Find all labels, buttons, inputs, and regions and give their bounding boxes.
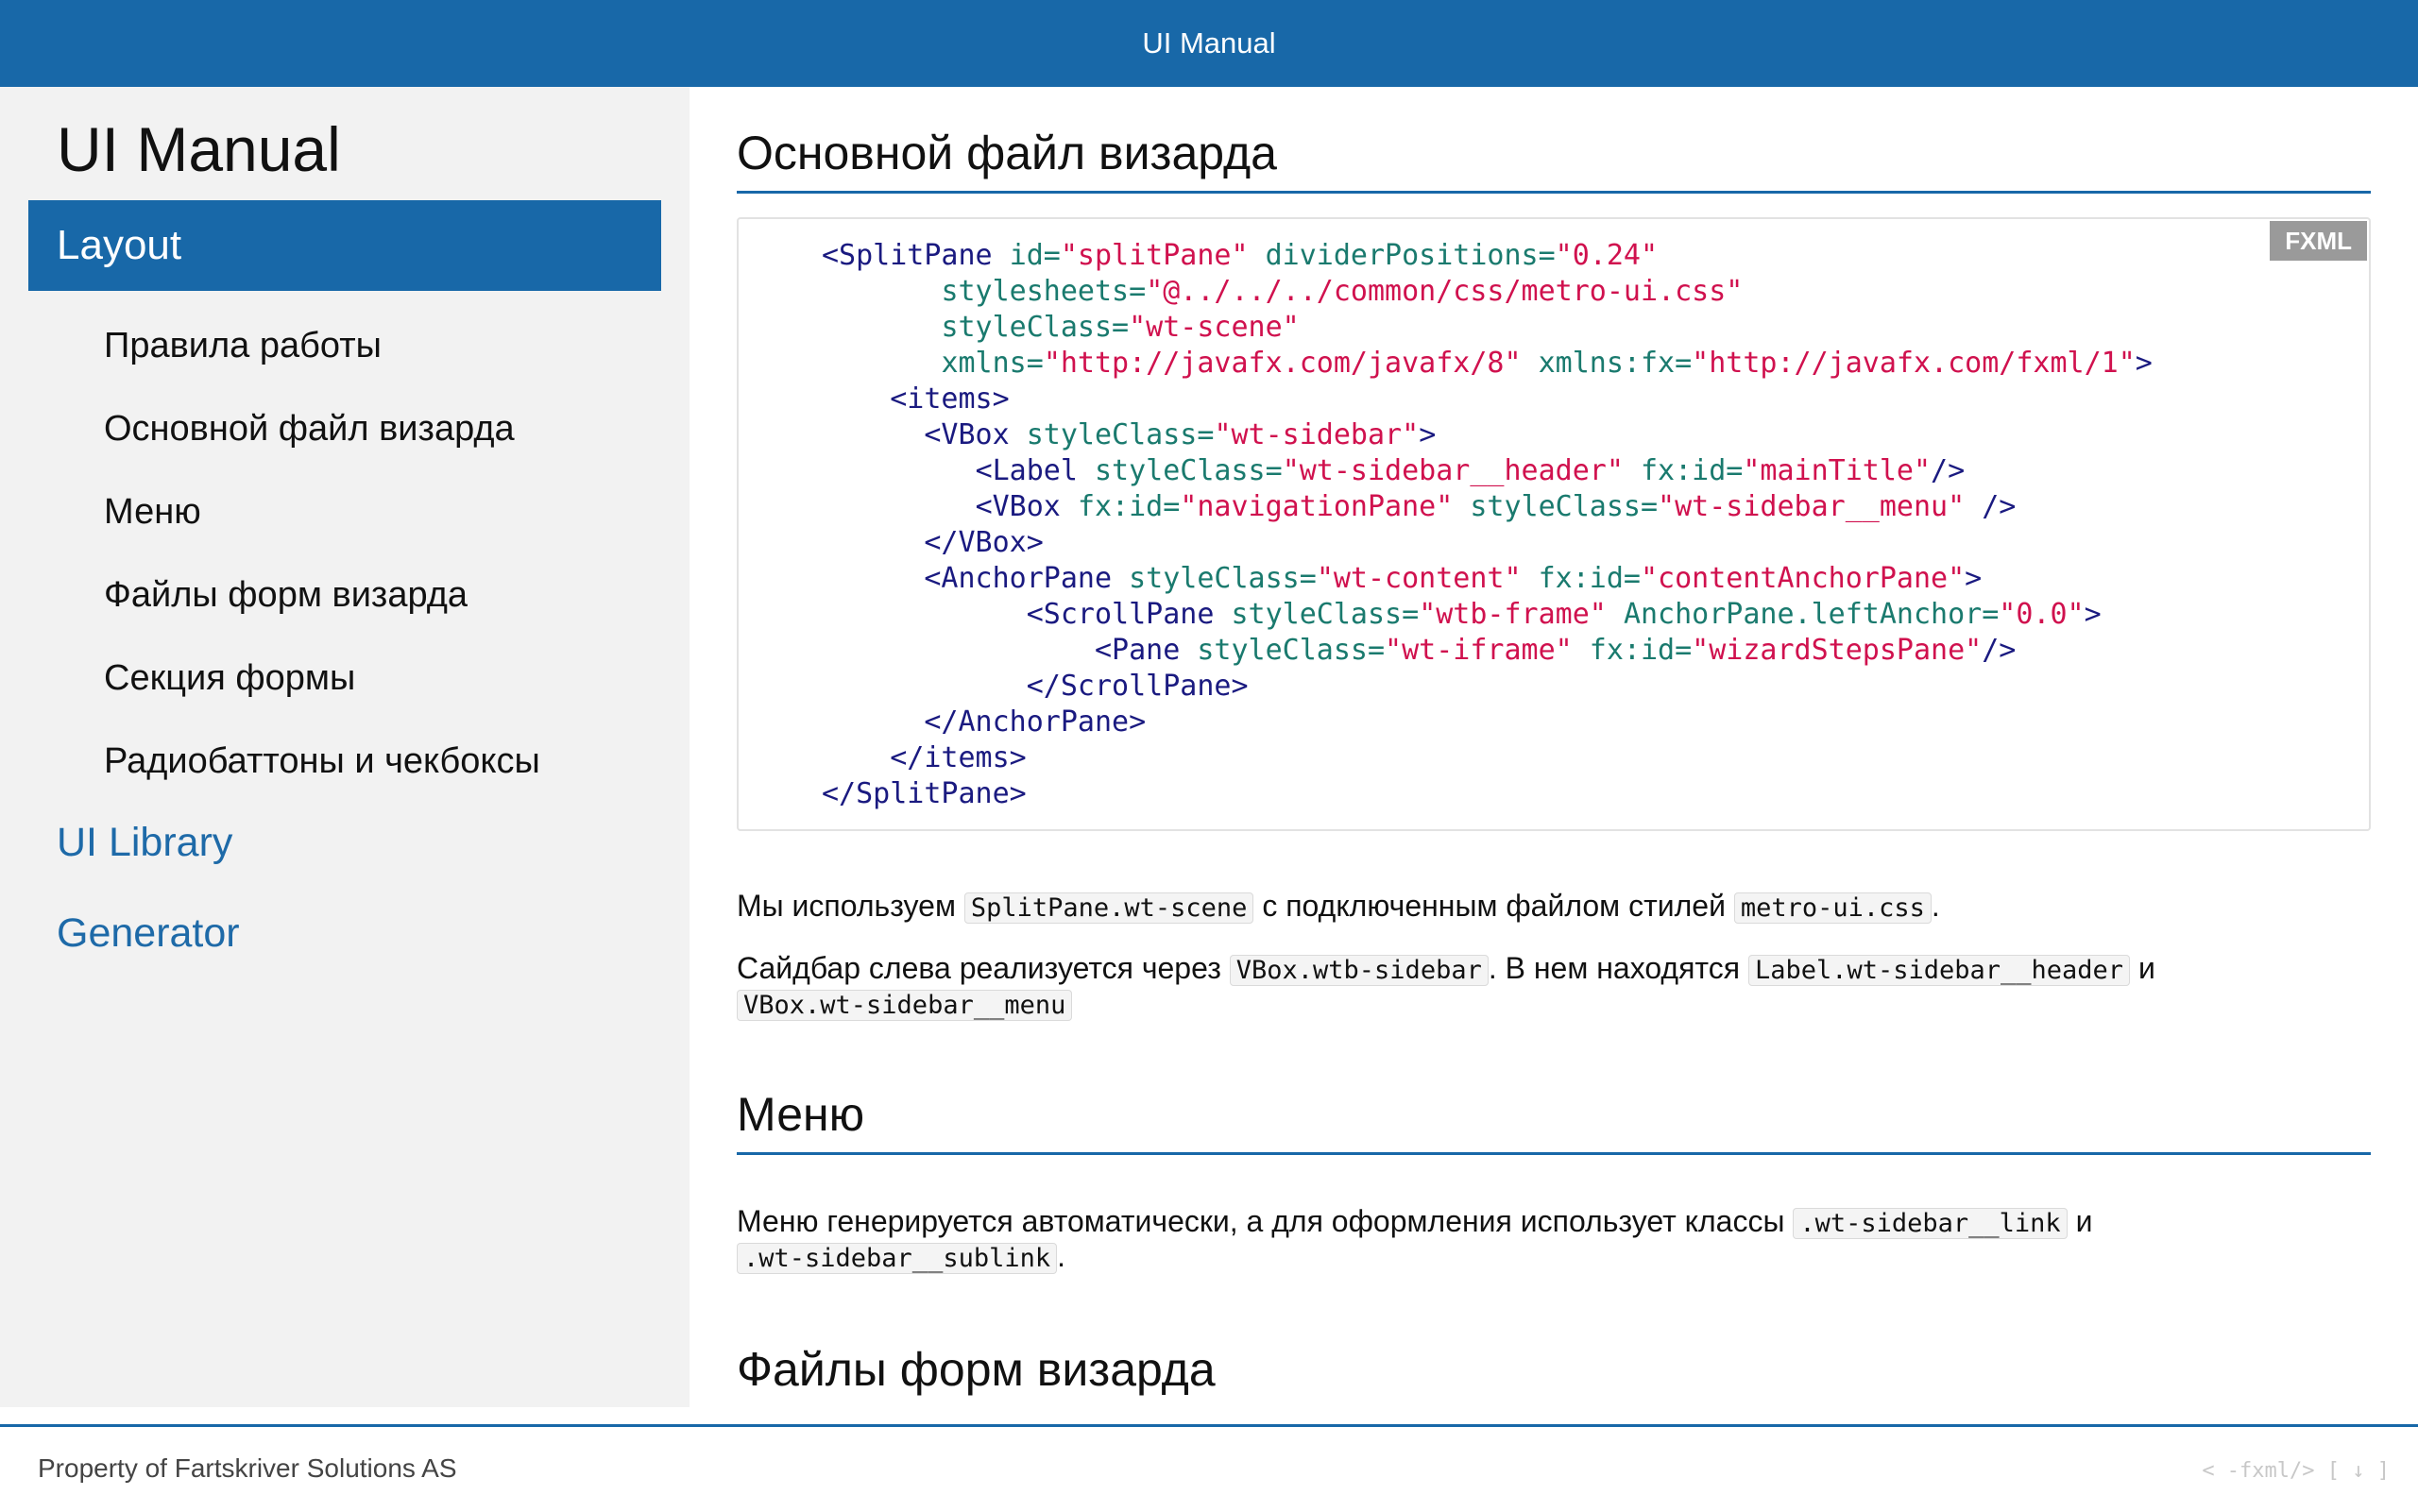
- text: Сайдбар слева реализуется через: [737, 951, 1230, 985]
- paragraph-sidebar: Сайдбар слева реализуется через VBox.wtb…: [737, 952, 2371, 1022]
- subnav-item-rules[interactable]: Правила работы: [104, 321, 540, 404]
- main-content: Основной файл визарда FXML <SplitPane id…: [737, 87, 2371, 1407]
- text: с подключенным файлом стилей: [1253, 889, 1734, 923]
- code-block: FXML <SplitPane id="splitPane" dividerPo…: [737, 217, 2371, 831]
- text: Мы используем: [737, 889, 964, 923]
- code-listing: <SplitPane id="splitPane" dividerPositio…: [822, 239, 2153, 810]
- inline-code: .wt-sidebar__link: [1793, 1208, 2068, 1239]
- inline-code: Label.wt-sidebar__header: [1747, 955, 2131, 986]
- text: и: [2067, 1204, 2093, 1238]
- section-title-form-files: Файлы форм визарда: [737, 1339, 2371, 1407]
- footer-tool-icons[interactable]: < -fxml/> [ ↓ ]: [2202, 1459, 2390, 1483]
- subnav-item-main-file[interactable]: Основной файл визарда: [104, 404, 540, 487]
- inline-code: SplitPane.wt-scene: [963, 892, 1254, 924]
- section-title-menu: Меню: [737, 1084, 2371, 1155]
- inline-code: .wt-sidebar__sublink: [737, 1243, 1058, 1274]
- subnav-item-form-files[interactable]: Файлы форм визарда: [104, 570, 540, 654]
- sidebar-title: UI Manual: [57, 114, 341, 184]
- footer: Property of Fartskriver Solutions AS < -…: [0, 1424, 2418, 1512]
- app-header: UI Manual: [0, 0, 2418, 87]
- section-title-main-file: Основной файл визарда: [737, 123, 2371, 194]
- app-title: UI Manual: [1142, 26, 1276, 59]
- text: и: [2130, 951, 2155, 985]
- inline-code: VBox.wtb-sidebar: [1229, 955, 1489, 986]
- subnav-item-menu[interactable]: Меню: [104, 487, 540, 570]
- subnav-item-radios-checkboxes[interactable]: Радиобаттоны и чекбоксы: [104, 737, 540, 820]
- text: Меню генерируется автоматически, а для о…: [737, 1204, 1794, 1238]
- code-language-badge: FXML: [2270, 221, 2367, 261]
- paragraph-menu: Меню генерируется автоматически, а для о…: [737, 1205, 2371, 1275]
- paragraph-splitpane: Мы используем SplitPane.wt-scene с подкл…: [737, 890, 2371, 925]
- nav-item-ui-library[interactable]: UI Library: [57, 820, 232, 866]
- sidebar: UI Manual Layout Правила работы Основной…: [0, 87, 690, 1407]
- footer-copyright: Property of Fartskriver Solutions AS: [38, 1453, 457, 1483]
- nav-item-layout[interactable]: Layout: [28, 200, 661, 291]
- text: .: [1931, 889, 1940, 923]
- inline-code: metro-ui.css: [1733, 892, 1932, 924]
- text: .: [1057, 1239, 1065, 1273]
- text: . В нем находятся: [1488, 951, 1748, 985]
- nav-item-generator[interactable]: Generator: [57, 910, 240, 957]
- subnav-list: Правила работы Основной файл визарда Мен…: [104, 321, 540, 820]
- inline-code: VBox.wt-sidebar__menu: [737, 990, 1073, 1021]
- subnav-item-form-section[interactable]: Секция формы: [104, 654, 540, 737]
